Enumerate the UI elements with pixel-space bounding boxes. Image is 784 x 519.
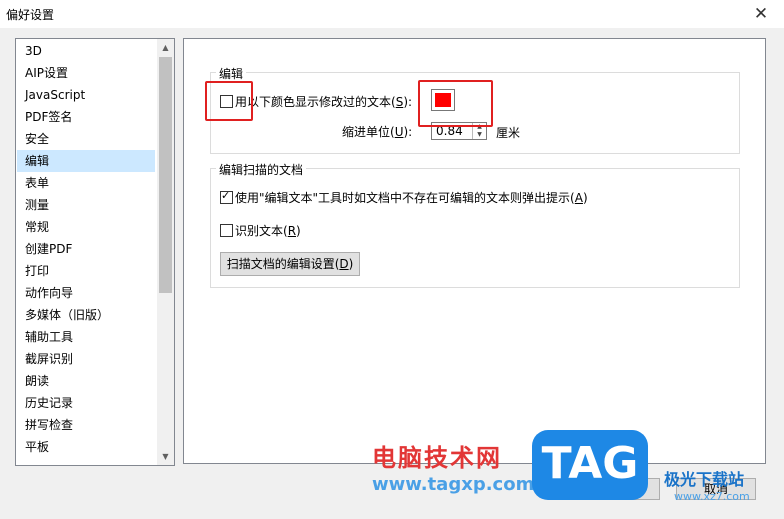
sidebar-item[interactable]: 截屏识别 [17,348,155,370]
scroll-down-arrow-icon[interactable]: ▼ [157,448,174,465]
color-annotation-box [418,80,493,127]
watermark-url: www.tagxp.com [372,474,535,495]
scroll-up-arrow-icon[interactable]: ▲ [157,39,174,56]
sidebar-item[interactable]: 打印 [17,260,155,282]
sidebar-item[interactable]: 多媒体（旧版） [17,304,155,326]
sidebar-item[interactable]: JavaScript [17,84,155,106]
close-button[interactable]: ✕ [738,0,784,28]
category-list[interactable]: 3D AIP设置 JavaScript PDF签名 安全 编辑 表单 测量 常规 创建PDF 打印动… [15,38,175,466]
highlight-annotation-box [205,81,253,121]
watermark-brand: 电脑技术网 [372,444,502,472]
sidebar-item[interactable]: 安全 [17,128,155,150]
recognize-text-label[interactable]: 识别文本(R) [235,222,301,239]
sidebar-item[interactable]: 历史记录 [17,392,155,414]
sidebar-item[interactable]: 编辑 [17,150,155,172]
sidebar-item[interactable]: 测量 [17,194,155,216]
edit-group-title: 编辑 [216,65,247,82]
sidebar-item[interactable]: AIP设置 [17,62,155,84]
scan-edit-settings-button[interactable]: 扫描文档的编辑设置(D) [220,252,360,276]
sidebar-item[interactable]: PDF签名 [17,106,155,128]
indent-unit-label: 缩进单位(U): [342,125,413,139]
watermark-site-url: www.xz7.com [674,490,750,503]
sidebar-item[interactable]: 辅助工具 [17,326,155,348]
sidebar-item[interactable]: 拼写检查 [17,414,155,436]
sidebar-item[interactable]: 朗读 [17,370,155,392]
sidebar-item[interactable]: 平板 [17,436,155,458]
sidebar-item[interactable]: 动作向导 [17,282,155,304]
sidebar-item[interactable]: 3D [17,40,155,62]
watermark-site-name: 极光下载站 [664,470,745,489]
recognize-text-checkbox[interactable] [220,224,233,237]
sidebar-item[interactable]: 常规 [17,216,155,238]
scan-group-title: 编辑扫描的文档 [216,161,307,178]
title-bar: 偏好设置 ✕ [0,0,784,28]
indent-unit-suffix: 厘米 [496,126,521,140]
scroll-thumb[interactable] [159,57,172,293]
edit-text-popup-label[interactable]: 使用"编辑文本"工具时如文档中不存在可编辑的文本则弹出提示(A) [235,189,588,206]
sidebar-item[interactable]: 表单 [17,172,155,194]
highlight-changes-label[interactable]: 用以下颜色显示修改过的文本(S): [235,93,412,110]
edit-text-popup-checkbox[interactable] [220,189,233,204]
window-title: 偏好设置 [6,8,55,22]
sidebar-item[interactable]: 创建PDF [17,238,155,260]
tag-logo: TAG [532,430,648,500]
category-list-scrollbar[interactable]: ▲ ▼ [157,39,174,465]
stepper-down-icon[interactable]: ▼ [473,131,486,139]
